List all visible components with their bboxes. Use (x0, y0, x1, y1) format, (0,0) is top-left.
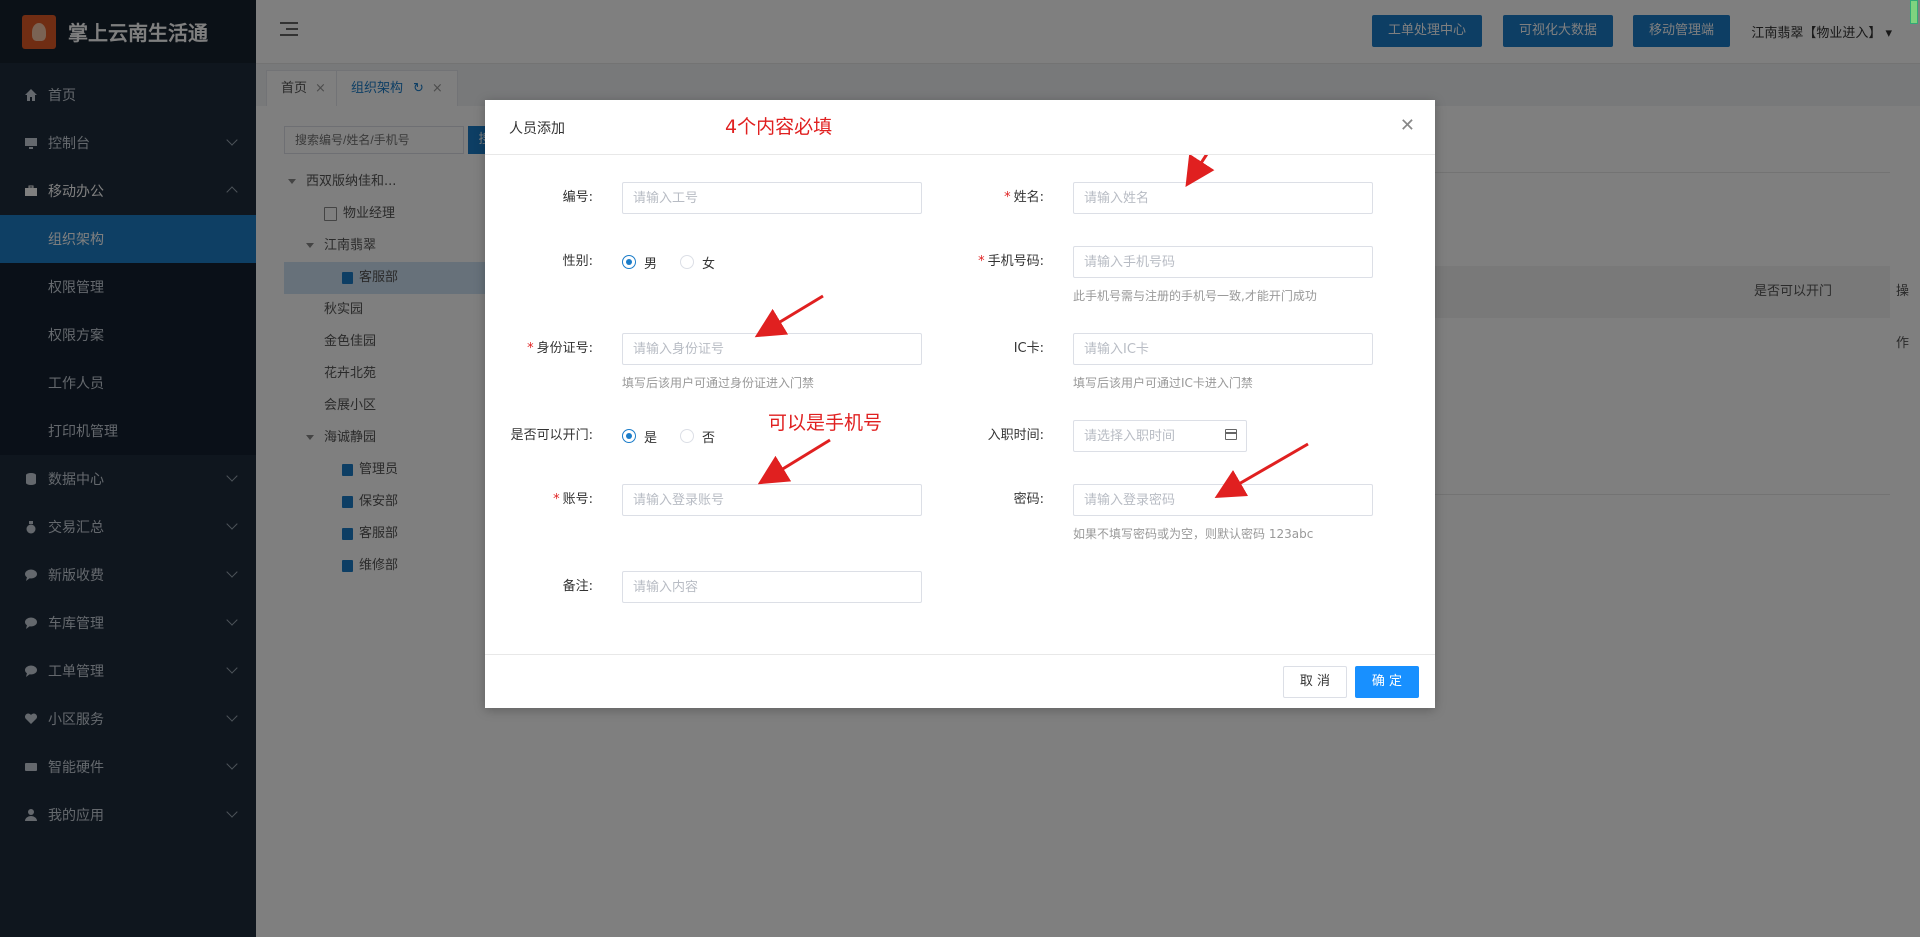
scrollbar[interactable] (1910, 0, 1918, 24)
dialog-title: 人员添加 (509, 121, 565, 137)
dialog-header: 人员添加 4个内容必填 ✕ (485, 100, 1435, 155)
close-icon[interactable]: ✕ (1400, 115, 1415, 136)
annotation-arrows (754, 155, 1309, 499)
arrow-to-password (1214, 442, 1309, 499)
dialog-body: 编号: *姓名: 性别: 男 女 *手机号码: 此手机号需与注册的手机号一致,才… (485, 155, 1435, 655)
cancel-button[interactable]: 取 消 (1282, 666, 1347, 698)
add-person-dialog: 人员添加 4个内容必填 ✕ 编号: *姓名: 性别: 男 女 *手机号码: 此手… (485, 100, 1435, 708)
dialog-footer: 取 消 确 定 (485, 654, 1435, 708)
arrow-to-name (1185, 155, 1215, 188)
arrow-to-account (757, 438, 831, 485)
annotation-required-note: 4个内容必填 (725, 116, 833, 138)
arrow-to-idcard (754, 294, 824, 338)
confirm-button[interactable]: 确 定 (1354, 666, 1419, 698)
